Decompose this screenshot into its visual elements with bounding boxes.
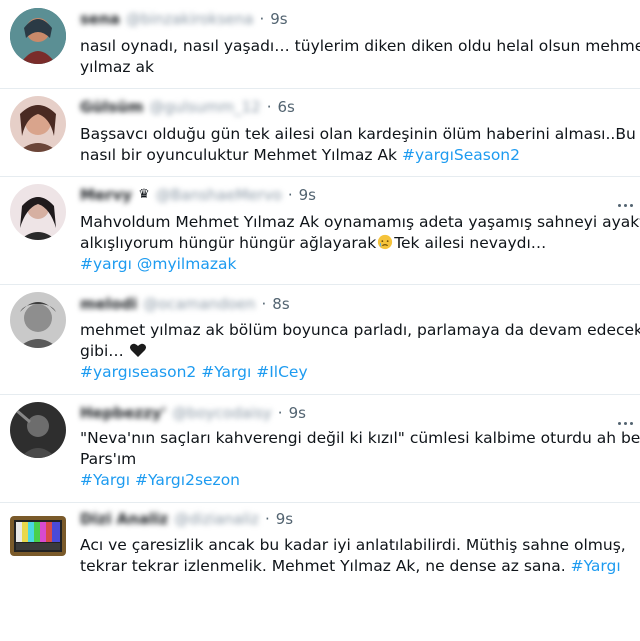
tweet-text: "Neva'nın saçları kahverengi değil ki kı… — [80, 428, 640, 491]
hashtag-link[interactable]: #yargıSeason2 — [402, 146, 520, 164]
hashtag-link[interactable]: #Yargı — [201, 363, 251, 381]
user-handle[interactable]: @ocamandoen — [143, 294, 255, 314]
tweet-text-line: Pars'ım — [80, 450, 137, 468]
display-name[interactable]: melodi — [80, 294, 137, 314]
tweet-text-line: gibi… — [80, 341, 620, 362]
tweet-text-line: nasıl bir oyunculuktur Mehmet Yılmaz Ak … — [80, 145, 620, 166]
tweet-text-line: "Neva'nın saçları kahverengi değil ki kı… — [80, 429, 640, 447]
avatar[interactable] — [10, 184, 66, 240]
tweet-text: mehmet yılmaz ak bölüm boyunca parladı, … — [80, 320, 640, 383]
timestamp[interactable]: 9s — [299, 185, 316, 205]
tweet-text-segment: gibi… — [80, 342, 124, 360]
avatar-image — [10, 184, 66, 240]
avatar[interactable] — [10, 8, 66, 64]
avatar[interactable] — [10, 96, 66, 152]
tweet[interactable]: sena @binzakiroksena · 9s nasıl oynadı, … — [0, 0, 640, 89]
black-heart-emoji-icon — [129, 343, 146, 357]
tweet-text-line: nasıl oynadı, nasıl yaşadı… tüylerim dik… — [80, 37, 640, 55]
tweet[interactable]: Mervy ♛ @BanshaeMervo · 9s Mahvoldum Meh… — [0, 176, 640, 285]
tweet-text: nasıl oynadı, nasıl yaşadı… tüylerim dik… — [80, 36, 640, 78]
tweet-text-line: Acı ve çaresizlik ancak bu kadar iyi anl… — [80, 536, 626, 554]
separator-dot: · — [264, 510, 270, 528]
tweet-text-line: mehmet yılmaz ak bölüm boyunca parladı, … — [80, 321, 640, 339]
tweet-text-line: alkışlıyorum hüngür hüngür ağlayarak Tek … — [80, 233, 620, 254]
hashtag-link[interactable]: #Yargı2sezon — [135, 471, 240, 489]
tweet-text-line: yılmaz ak — [80, 58, 154, 76]
tweet[interactable]: Gülsüm @gulsumm_12 · 6s Başsavcı olduğu … — [0, 88, 640, 177]
hashtag-link[interactable]: #Yargı — [80, 471, 130, 489]
crying-face-emoji-icon — [378, 234, 393, 250]
hashtag-link[interactable]: #yargıseason2 — [80, 363, 196, 381]
user-handle[interactable]: @boycodaisy — [172, 403, 272, 423]
tweet[interactable]: melodi @ocamandoen · 8s mehmet yılmaz ak… — [0, 284, 640, 395]
timestamp[interactable]: 8s — [272, 294, 289, 314]
tweet-text-segment: alkışlıyorum hüngür hüngür ağlayarak — [80, 234, 377, 252]
tweet-text-segment: nasıl bir oyunculuktur Mehmet Yılmaz Ak — [80, 146, 398, 164]
avatar-image — [10, 96, 66, 152]
separator-dot: · — [266, 98, 272, 116]
tweet-text-line: tekrar tekrar izlenmelik. Mehmet Yılmaz … — [80, 556, 621, 577]
display-name[interactable]: sena — [80, 9, 120, 29]
avatar-image — [10, 402, 66, 458]
tweet-text-segment: tekrar tekrar izlenmelik. Mehmet Yılmaz … — [80, 557, 566, 575]
separator-dot: · — [259, 10, 265, 28]
tweet[interactable]: Hepbezzy' @boycodaisy · 9s "Neva'nın saç… — [0, 394, 640, 503]
hashtag-row: #yargı @myilmazak — [80, 254, 620, 275]
tweet-text-segment: Tek ailesi nevaydı… — [394, 234, 547, 252]
more-options-icon[interactable] — [618, 192, 636, 207]
crown-emoji-icon: ♛ — [138, 187, 150, 202]
avatar[interactable] — [10, 292, 66, 348]
display-name[interactable]: Gülsüm — [80, 97, 143, 117]
tweet-text: Başsavcı olduğu gün tek ailesi olan kard… — [80, 124, 636, 166]
timestamp[interactable]: 9s — [289, 403, 306, 423]
separator-dot: · — [287, 186, 293, 204]
tv-test-pattern-icon — [10, 516, 66, 556]
separator-dot: · — [277, 404, 283, 422]
display-name[interactable]: Hepbezzy' — [80, 403, 166, 423]
timestamp[interactable]: 9s — [270, 9, 287, 29]
user-handle[interactable]: @gulsumm_12 — [149, 97, 260, 117]
tweet[interactable]: Dizi Analiz @dizianaliz · 9s Acı ve çare… — [0, 502, 640, 641]
more-options-icon[interactable] — [618, 410, 636, 425]
display-name[interactable]: Dizi Analiz — [80, 509, 168, 529]
mention-link[interactable]: @myilmazak — [137, 255, 237, 273]
hashtag-row: #Yargı #Yargı2sezon — [80, 470, 620, 491]
user-handle[interactable]: @binzakiroksena — [126, 9, 254, 29]
separator-dot: · — [261, 295, 267, 313]
avatar-image — [10, 8, 66, 64]
avatar[interactable] — [10, 516, 66, 556]
tweet-text-line: Mahvoldum Mehmet Yılmaz Ak oynamamış ade… — [80, 213, 640, 231]
timestamp[interactable]: 6s — [277, 97, 294, 117]
tweet-text-line: Başsavcı olduğu gün tek ailesi olan kard… — [80, 125, 636, 143]
avatar[interactable] — [10, 402, 66, 458]
tweet-text: Acı ve çaresizlik ancak bu kadar iyi anl… — [80, 535, 626, 577]
hashtag-link[interactable]: #IlCey — [256, 363, 307, 381]
tweet-text: Mahvoldum Mehmet Yılmaz Ak oynamamış ade… — [80, 212, 640, 275]
user-handle[interactable]: @BanshaeMervo — [156, 185, 282, 205]
hashtag-row: #yargıseason2 #Yargı #IlCey — [80, 362, 620, 383]
display-name[interactable]: Mervy — [80, 185, 132, 205]
timestamp[interactable]: 9s — [276, 509, 293, 529]
hashtag-link[interactable]: #Yargı — [571, 557, 621, 575]
avatar-image — [10, 292, 66, 348]
user-handle[interactable]: @dizianaliz — [174, 509, 259, 529]
hashtag-link[interactable]: #yargı — [80, 255, 132, 273]
